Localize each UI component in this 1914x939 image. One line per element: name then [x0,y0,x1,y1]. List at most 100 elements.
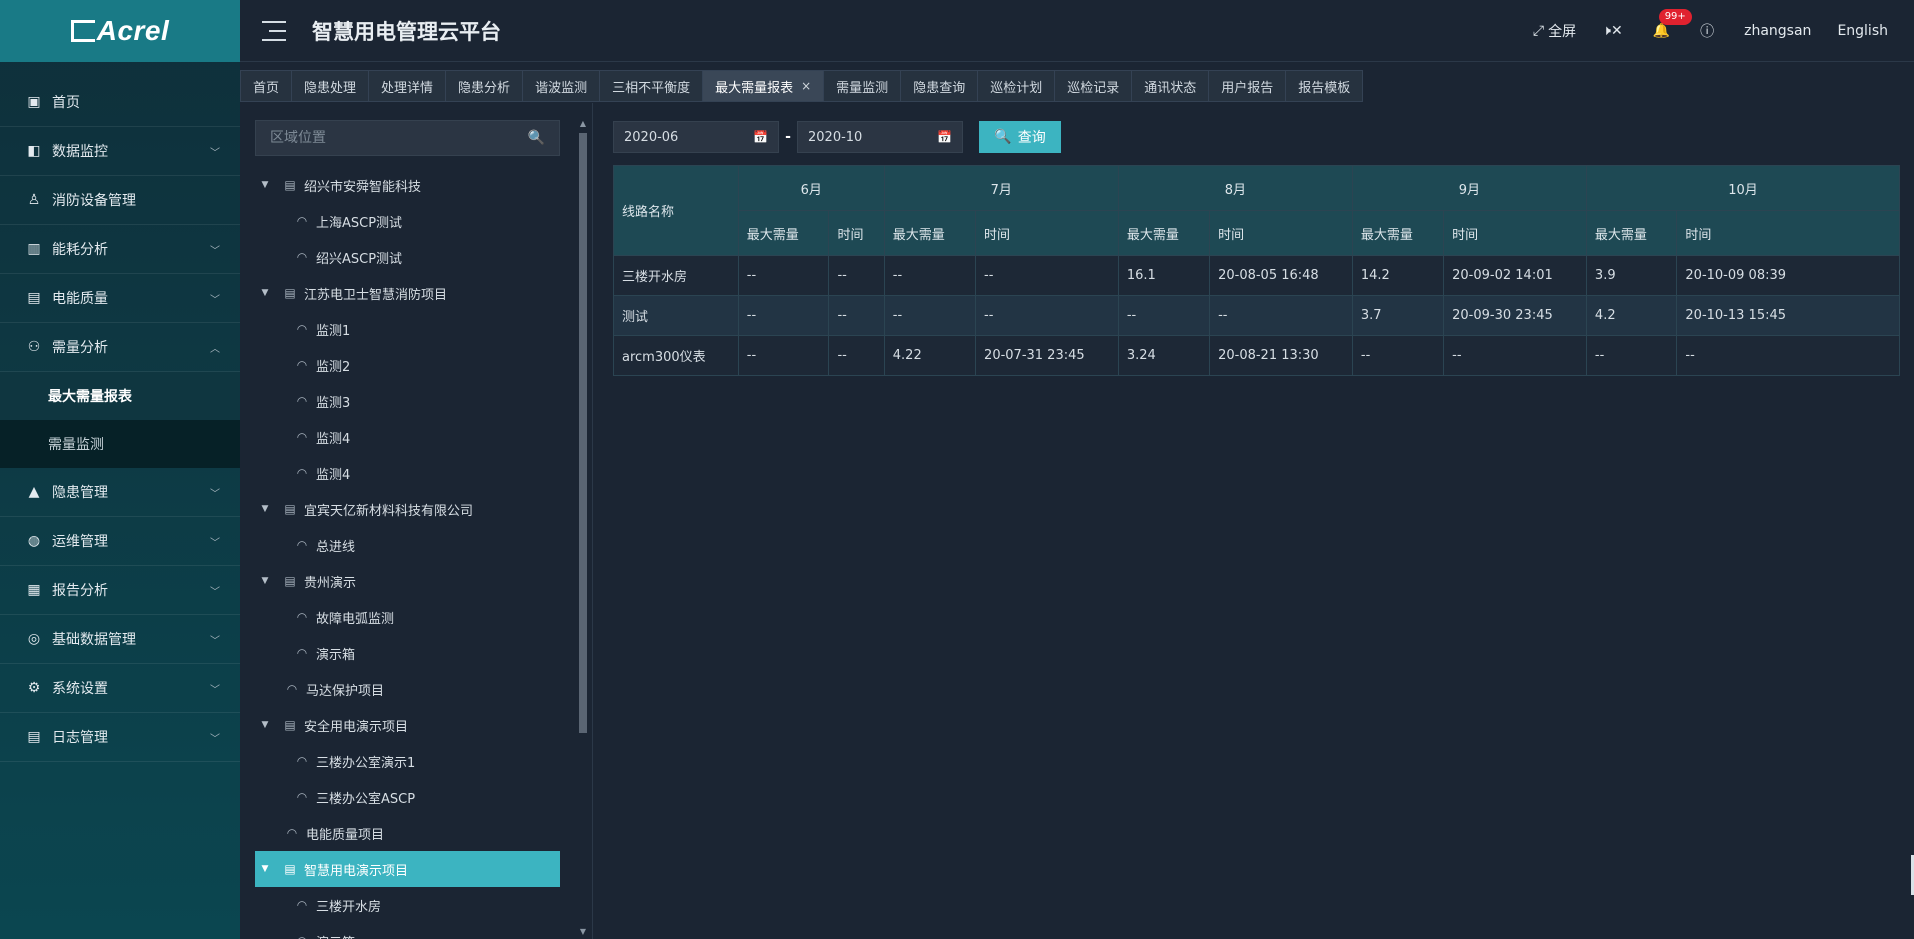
tab-label: 首页 [253,80,280,96]
fullscreen-button[interactable]: ⤢ 全屏 [1533,21,1576,41]
help-button[interactable]: ⓘ [1700,21,1718,41]
tab-6[interactable]: 最大需量报表 × [702,70,825,102]
cell-time: 20-10-09 08:39 [1676,255,1900,296]
tree-node[interactable]: ◠ 故障电弧监测 [255,599,560,635]
sidebar-item-5[interactable]: ⚇ 需量分析 ︿ [0,323,240,372]
sidebar-item-4[interactable]: ▤ 电能质量 ﹀ [0,274,240,323]
mute-button[interactable]: 🕨✕ [1602,23,1627,39]
caret-down-icon[interactable]: ▼ [259,576,271,586]
tab-3[interactable]: 隐患分析 [445,70,524,102]
speaker-mute-icon: 🕨✕ [1602,23,1623,39]
calendar-icon: 📅 [753,130,768,144]
tree-node[interactable]: ◠ 上海ASCP测试 [255,203,560,239]
sidebar-item-1[interactable]: ◧ 数据监控 ﹀ [0,127,240,176]
tab-10[interactable]: 巡检记录 [1054,70,1133,102]
tree-node[interactable]: ▼ ▤ 贵州演示 [255,563,560,599]
gauge-icon: ◠ [296,538,308,552]
tab-5[interactable]: 三相不平衡度 [599,70,704,102]
tab-2[interactable]: 处理详情 [368,70,447,102]
building-icon: ▤ [284,286,296,300]
scroll-thumb[interactable] [579,133,587,733]
sidebar-subitem-0[interactable]: 最大需量报表 [0,372,240,420]
end-month-picker[interactable]: 2020-10 📅 [797,121,963,153]
sidebar-item-7[interactable]: ◍ 运维管理 ﹀ [0,517,240,566]
menu-toggle-icon[interactable] [262,20,286,41]
area-search-input[interactable] [270,130,528,146]
search-icon[interactable]: 🔍 [528,130,545,146]
caret-down-icon[interactable]: ▼ [259,288,271,298]
building-icon: ▤ [284,574,296,588]
scroll-down-icon[interactable]: ▼ [575,927,591,939]
cell-time: 20-09-30 23:45 [1443,295,1587,336]
tab-1[interactable]: 隐患处理 [291,70,370,102]
tab-12[interactable]: 用户报告 [1208,70,1287,102]
user-menu[interactable]: zhangsan [1744,23,1811,39]
tree-node-label: 监测2 [316,359,351,375]
query-button[interactable]: 🔍 查询 [979,121,1061,153]
tab-4[interactable]: 谐波监测 [522,70,601,102]
tree-node[interactable]: ▼ ▤ 安全用电演示项目 [255,707,560,743]
tree-node[interactable]: ▼ ▤ 智慧用电演示项目 [255,851,560,887]
sidebar-item-2[interactable]: ♙ 消防设备管理 [0,176,240,225]
tree-node[interactable]: ◠ 总进线 [255,527,560,563]
tree-node-label: 演示箱 [316,932,355,939]
tab-11[interactable]: 通讯状态 [1131,70,1210,102]
tree-node[interactable]: ◠ 马达保护项目 [255,671,560,707]
tree-node-label: 江苏电卫士智慧消防项目 [304,287,448,303]
query-bar: 2020-06 📅 - 2020-10 📅 🔍 查询 [613,121,1061,153]
sidebar-item-3[interactable]: ▥ 能耗分析 ﹀ [0,225,240,274]
caret-down-icon[interactable]: ▼ [259,864,271,874]
tree-node[interactable]: ◠ 监测3 [255,383,560,419]
column-line-name: 线路名称 [613,165,739,256]
column-max-demand: 最大需量 [883,210,977,256]
extinguisher-icon: ♙ [27,192,41,208]
tree-node[interactable]: ◠ 演示箱 [255,635,560,671]
sidebar-item-11[interactable]: ▤ 日志管理 ﹀ [0,713,240,762]
column-time: 时间 [1209,210,1353,256]
tree-node-label: 监测4 [316,431,351,447]
tree-node[interactable]: ◠ 电能质量项目 [255,815,560,851]
tree-node[interactable]: ◠ 演示箱 [255,923,560,939]
logo[interactable]: Acrel [0,0,240,62]
language-switch[interactable]: English [1837,23,1888,39]
fullscreen-label: 全屏 [1548,24,1577,40]
tree-node[interactable]: ◠ 监测4 [255,419,560,455]
tab-8[interactable]: 隐患查询 [900,70,979,102]
tree-node[interactable]: ◠ 监测4 [255,455,560,491]
tree-node-label: 演示箱 [316,647,356,663]
tree-node[interactable]: ◠ 监测2 [255,347,560,383]
caret-down-icon[interactable]: ▼ [259,180,271,190]
tab-label: 谐波监测 [535,80,588,96]
scroll-up-icon[interactable]: ▲ [575,119,591,131]
sidebar-item-9[interactable]: ◎ 基础数据管理 ﹀ [0,615,240,664]
tab-label: 通讯状态 [1144,80,1197,96]
tree-node[interactable]: ◠ 三楼开水房 [255,887,560,923]
tree-node[interactable]: ◠ 三楼办公室演示1 [255,743,560,779]
tree-node[interactable]: ◠ 绍兴ASCP测试 [255,239,560,275]
sidebar-subitem-1[interactable]: 需量监测 [0,420,240,468]
sidebar-item-6[interactable]: ▲ 隐患管理 ﹀ [0,468,240,517]
tree-node[interactable]: ▼ ▤ 江苏电卫士智慧消防项目 [255,275,560,311]
caret-down-icon[interactable]: ▼ [259,720,271,730]
start-month-picker[interactable]: 2020-06 📅 [613,121,779,153]
sidebar-item-10[interactable]: ⚙ 系统设置 ﹀ [0,664,240,713]
cell-line-name: 测试 [613,295,739,336]
area-search: 🔍 [255,120,560,156]
tree-node[interactable]: ◠ 监测1 [255,311,560,347]
tab-0[interactable]: 首页 [240,70,293,102]
tree-node[interactable]: ◠ 三楼办公室ASCP [255,779,560,815]
tree-node[interactable]: ▼ ▤ 绍兴市安舜智能科技 [255,167,560,203]
tab-13[interactable]: 报告模板 [1285,70,1364,102]
notification-button[interactable]: 🔔 99+ [1653,9,1692,39]
tab-7[interactable]: 需量监测 [823,70,902,102]
tree-scrollbar[interactable]: ▲ ▼ [575,119,591,939]
sidebar-item-label: 运维管理 [52,534,108,550]
tree-node[interactable]: ▼ ▤ 宜宾天亿新材料科技有限公司 [255,491,560,527]
sidebar-item-0[interactable]: ▣ 首页 [0,78,240,127]
gauge-icon: ◠ [296,790,308,804]
sidebar-item-8[interactable]: ▦ 报告分析 ﹀ [0,566,240,615]
cell-time: -- [975,255,1119,296]
caret-down-icon[interactable]: ▼ [259,504,271,514]
close-icon[interactable]: × [801,79,811,93]
tab-9[interactable]: 巡检计划 [977,70,1056,102]
